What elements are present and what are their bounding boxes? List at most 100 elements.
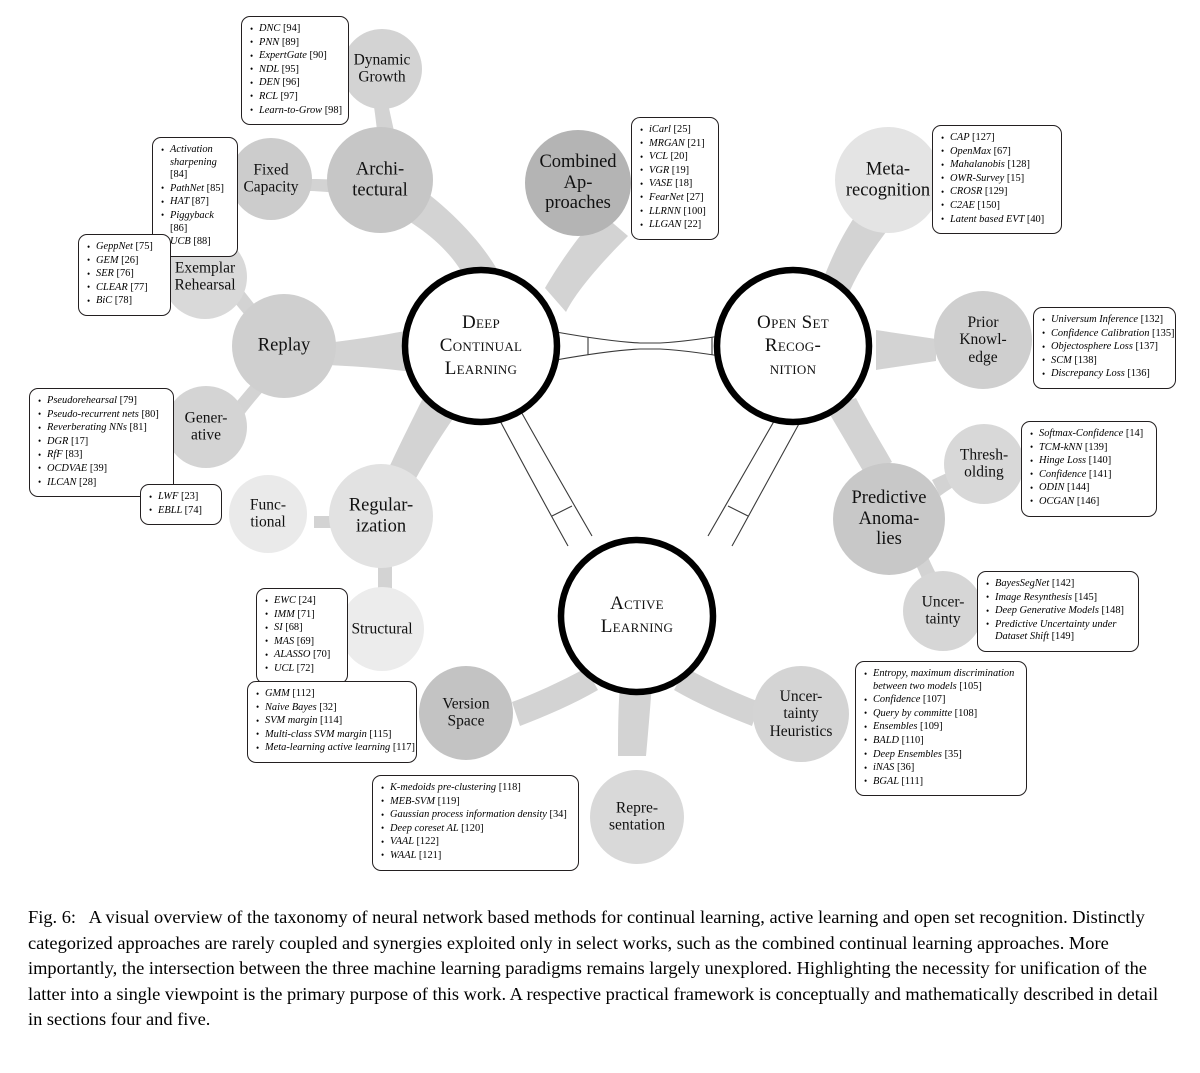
refbox-item-name: PNN [259, 36, 282, 48]
refbox-item: NDL [95] [250, 63, 339, 77]
node-thresholding-circle [944, 424, 1024, 504]
node-replay-circle [232, 294, 336, 398]
refbox-item-name: IMM [274, 608, 298, 620]
refbox-item-name: Image Resynthesis [995, 591, 1075, 603]
refbox-item: Meta-learning active learning [117] [256, 742, 415, 755]
refbox-item: Ensembles [109] [864, 721, 1017, 734]
refbox-item: MAS [69] [265, 635, 338, 649]
refbox-item: GEM [26] [87, 254, 161, 268]
refbox-item: BGAL [111] [864, 775, 1017, 789]
refbox-item-reference: [112] [292, 688, 315, 699]
node-representation-circle [590, 770, 684, 864]
refbox-item-name: Deep coreset AL [390, 822, 462, 834]
refbox-item: BALD [110] [864, 734, 1017, 748]
refbox-item-name: UCL [274, 662, 297, 674]
refbox-item-name: OCDVAE [47, 462, 90, 474]
refbox-item-reference: [21] [687, 137, 705, 149]
refbox-item: ALASSO [70] [265, 649, 338, 662]
refbox-item: WAAL [121] [381, 849, 569, 863]
figure-caption-text: A visual overview of the taxonomy of neu… [28, 907, 1159, 1030]
refbox-item-name: Discrepancy Loss [1051, 368, 1128, 380]
refbox-item-name: Piggyback [170, 209, 214, 221]
refbox-item-reference: [34] [549, 809, 567, 821]
refbox-item-reference: [96] [282, 77, 300, 89]
refbox-version-space: GMM [112]Naive Bayes [32]SVM margin [114… [247, 681, 417, 763]
refbox-item: iNAS [36] [864, 762, 1017, 775]
refbox-item-reference: [76] [116, 268, 134, 280]
refbox-item-name: PathNet [170, 182, 207, 194]
refbox-item-reference: [81] [129, 422, 147, 434]
refbox-item-name: ExpertGate [259, 50, 310, 62]
refbox-item-name: Query by committe [873, 707, 955, 719]
hub-circles [401, 266, 873, 696]
refbox-list: Activation sharpening [84]PathNet [85]HA… [161, 144, 228, 249]
refbox-item-reference: [28] [79, 476, 97, 488]
refbox-item-reference: [144] [1067, 482, 1090, 494]
refbox-item-name: iNAS [873, 762, 897, 774]
refbox-item: Pseudorehearsal [79] [38, 395, 164, 408]
refbox-item-reference: [128] [1007, 159, 1030, 171]
refbox-item-reference: [22] [683, 219, 702, 231]
refbox-list: GeppNet [75]GEM [26]SER [76]CLEAR [77]Bi… [87, 241, 161, 308]
refbox-item-reference: [69] [296, 635, 315, 647]
refbox-list: LWF [23]EBLL [74] [149, 491, 212, 517]
refbox-item: DNC [94] [250, 23, 339, 36]
refbox-item: DEN [96] [250, 77, 339, 90]
refbox-item: VCL [20] [640, 151, 709, 164]
refbox-item-reference: [117] [392, 742, 415, 754]
refbox-list: CAP [127]OpenMax [67]Mahalanobis [128]OW… [941, 132, 1052, 226]
refbox-item-name: CROSR [950, 186, 985, 198]
refbox-item-name: MEB-SVM [390, 795, 438, 807]
refbox-list: Pseudorehearsal [79]Pseudo-recurrent net… [38, 395, 164, 489]
refbox-item: Piggyback [86] [161, 209, 228, 235]
refbox-item-reference: [90] [309, 50, 327, 62]
refbox-item: Latent based EVT [40] [941, 213, 1052, 227]
refbox-item-reference: [77] [130, 281, 148, 293]
refbox-item-reference: [71] [297, 608, 315, 620]
refbox-item: Confidence [107] [864, 694, 1017, 707]
refbox-item-reference: [72] [296, 662, 314, 674]
node-combined-approaches-circle [525, 130, 631, 236]
refbox-item-name: Learn-to-Grow [259, 104, 325, 116]
refbox-item: OCDVAE [39] [38, 462, 164, 476]
refbox-item: Gaussian process information density [34… [381, 809, 569, 822]
refbox-item: VGR [19] [640, 164, 709, 178]
refbox-item-reference: [107] [922, 694, 946, 706]
refbox-item: VAAL [122] [381, 836, 569, 849]
refbox-item: GeppNet [75] [87, 241, 161, 254]
figure-caption-label: Fig. 6: [28, 907, 77, 927]
refbox-item: iCarl [25] [640, 124, 709, 137]
refbox-item-reference: [78] [114, 295, 133, 307]
refbox-item-reference: [79] [119, 395, 137, 406]
refbox-item-name: Mahalanobis [950, 159, 1008, 171]
node-functional-circle [229, 475, 307, 553]
refbox-item-reference: [84] [170, 169, 188, 181]
node-version-space-circle [419, 666, 513, 760]
taxonomy-figure: Deep Continual Learning Open Set Recog- … [0, 0, 1200, 890]
refbox-item: Predictive Uncertainty under Dataset Shi… [986, 618, 1129, 644]
refbox-item-name: ALASSO [274, 649, 313, 661]
refbox-item-reference: [118] [498, 782, 521, 793]
refbox-item-reference: [20] [670, 151, 688, 163]
refbox-item: SVM margin [114] [256, 715, 407, 728]
refbox-item: SER [76] [87, 268, 161, 281]
refbox-item-name: BGAL [873, 775, 902, 787]
refbox-structural: EWC [24]IMM [71]SI [68]MAS [69]ALASSO [7… [256, 588, 348, 684]
refbox-prior-knowledge: Universum Inference [132]Confidence Cali… [1033, 307, 1176, 389]
refbox-item-name: Multi-class SVM margin [265, 728, 370, 740]
refbox-item: CROSR [129] [941, 186, 1052, 199]
refbox-item: Confidence Calibration [135] [1042, 327, 1175, 341]
refbox-item-name: Objectosphere Loss [1051, 341, 1136, 353]
refbox-item-name: LWF [158, 491, 181, 502]
refbox-item: ODIN [144] [1030, 482, 1147, 495]
refbox-item-name: Confidence Calibration [1051, 327, 1153, 339]
refbox-item-reference: [109] [920, 721, 943, 733]
refbox-item-reference: [86] [170, 222, 188, 234]
refbox-item-name: GEM [96, 254, 122, 266]
refbox-item-name: K-medoids pre-clustering [390, 782, 499, 793]
refbox-item: OCGAN [146] [1030, 495, 1147, 509]
refbox-item: Image Resynthesis [145] [986, 591, 1129, 605]
refbox-item: PathNet [85] [161, 182, 228, 196]
refbox-item-reference: [87] [191, 196, 209, 208]
refbox-item-name: SVM margin [265, 715, 321, 727]
